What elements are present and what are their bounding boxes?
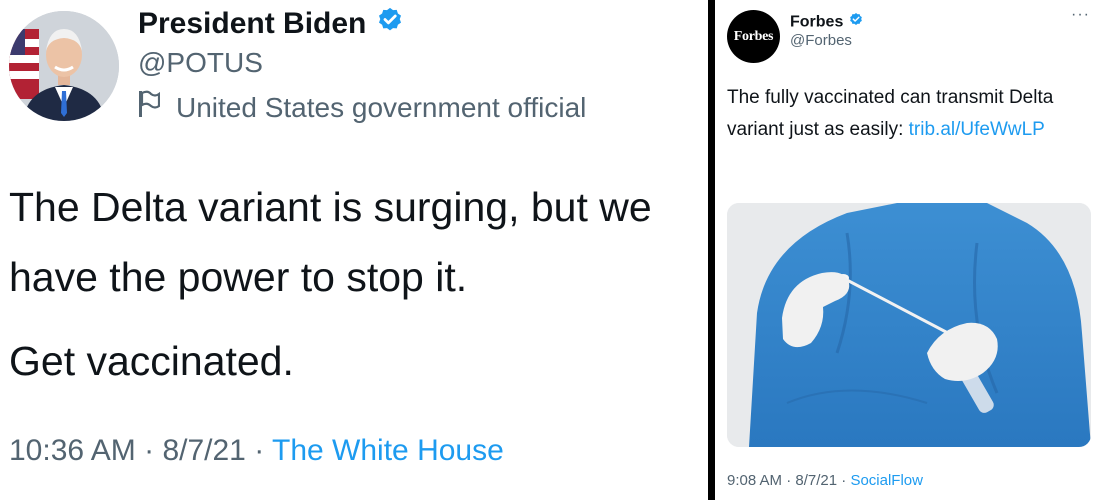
flag-icon	[138, 90, 161, 125]
author-name[interactable]: Forbes	[790, 14, 843, 31]
potus-tweet: President Biden @POTUS United States gov…	[0, 0, 708, 500]
tweet-source[interactable]: The White House	[272, 434, 504, 467]
tweet-text-line: Get vaccinated.	[9, 338, 294, 384]
author-handle[interactable]: @Forbes	[790, 32, 852, 49]
forbes-tweet: Forbes Forbes @Forbes ··· The fully vacc…	[715, 0, 1102, 500]
tweet-meta: 9:08 AM · 8/7/21 · SocialFlow	[727, 472, 923, 489]
tweet-text-line: The Delta variant is surging, but we hav…	[9, 184, 652, 300]
tweet-text: The Delta variant is surging, but we hav…	[9, 172, 704, 396]
account-label-text: United States government official	[176, 91, 587, 123]
tweet-date[interactable]: 8/7/21	[795, 472, 837, 489]
forbes-logo-text: Forbes	[733, 28, 774, 44]
tweet-date[interactable]: 8/7/21	[162, 434, 245, 467]
tweet-time[interactable]: 10:36 AM	[9, 434, 136, 467]
tweet-text: The fully vaccinated can transmit Delta …	[727, 82, 1087, 146]
tweet-source[interactable]: SocialFlow	[850, 472, 923, 489]
meta-separator: ·	[254, 434, 265, 467]
author-handle[interactable]: @POTUS	[138, 47, 263, 79]
author-name[interactable]: President Biden	[138, 7, 366, 40]
meta-separator: ·	[841, 472, 847, 489]
author-name-row[interactable]: President Biden	[138, 6, 405, 44]
tweet-meta: 10:36 AM · 8/7/21 · The White House	[9, 434, 504, 468]
more-options-icon[interactable]: ···	[1071, 6, 1090, 24]
author-name-row[interactable]: Forbes	[790, 12, 864, 33]
verified-badge-icon	[375, 6, 405, 44]
tweet-link[interactable]: trib.al/UfeWwLP	[909, 119, 1045, 140]
forbes-avatar[interactable]: Forbes	[727, 10, 780, 63]
tweet-media-image[interactable]	[727, 203, 1091, 447]
meta-separator: ·	[786, 472, 792, 489]
account-label[interactable]: United States government official	[138, 90, 586, 125]
tweet-time[interactable]: 9:08 AM	[727, 472, 782, 489]
verified-badge-icon	[848, 12, 864, 33]
potus-avatar[interactable]	[9, 11, 119, 121]
meta-separator: ·	[144, 434, 155, 467]
